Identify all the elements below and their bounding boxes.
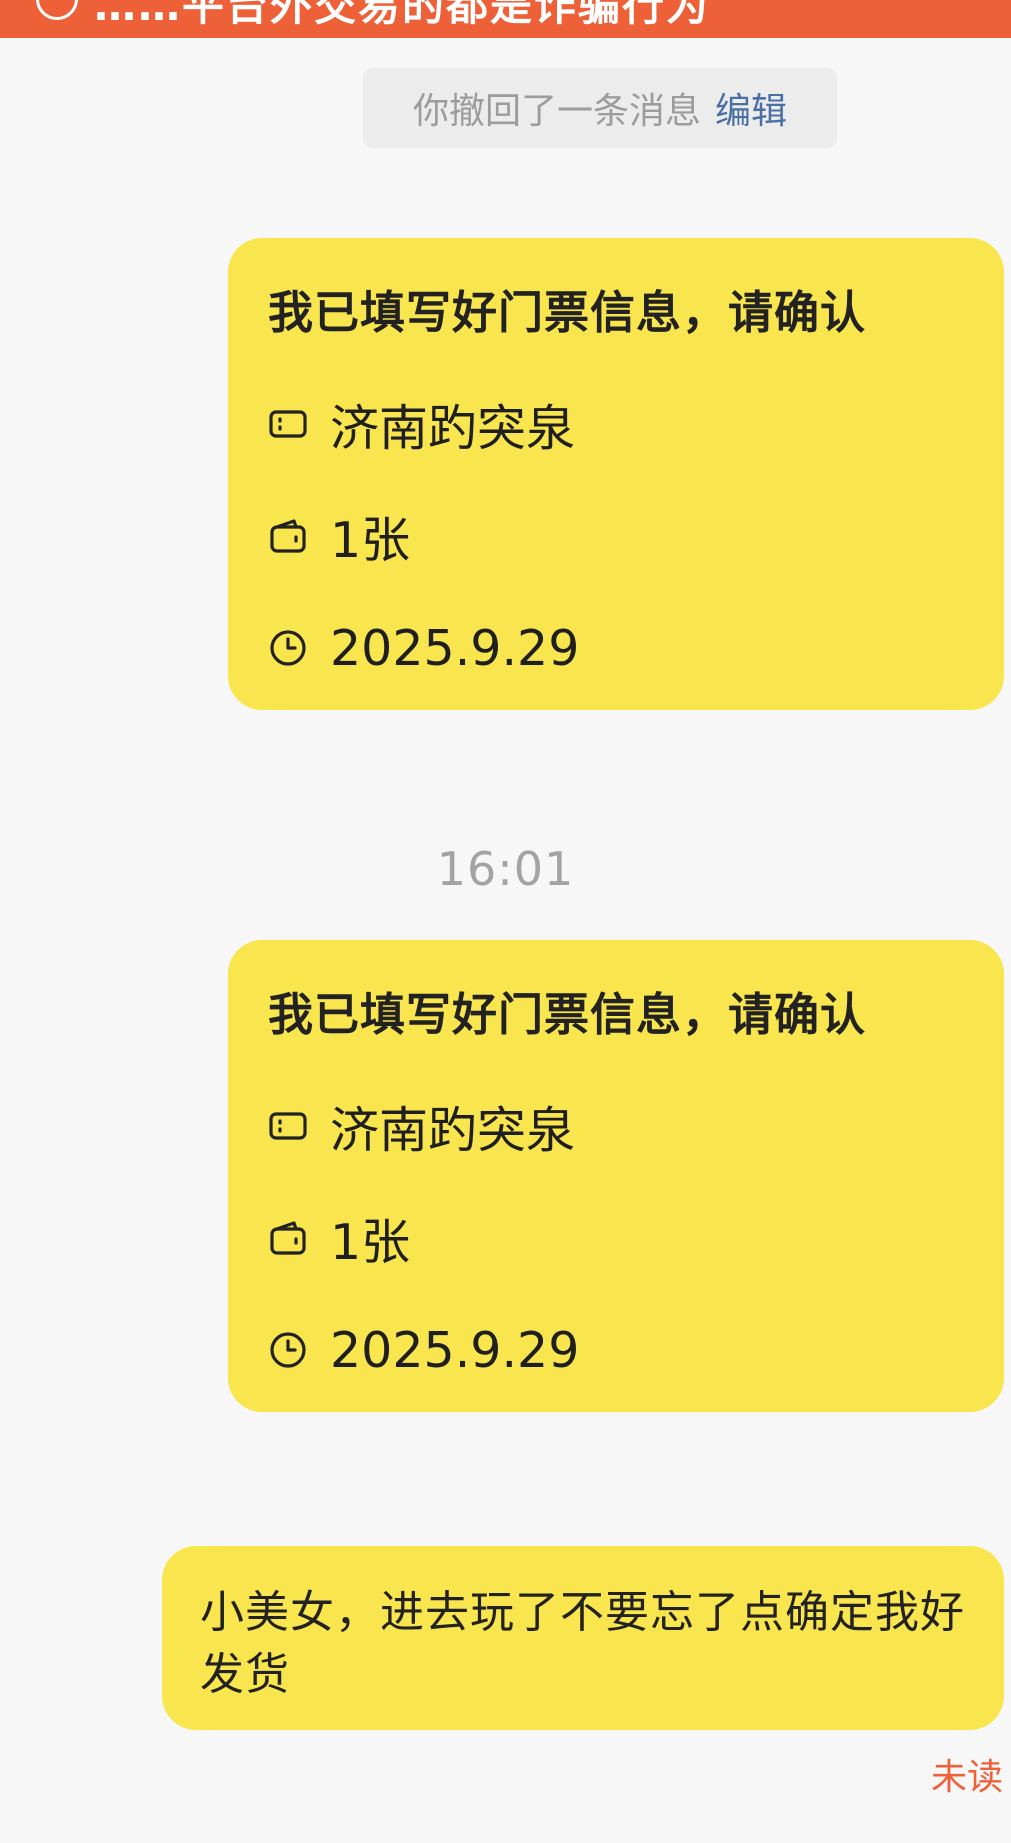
ticket-quantity-row: 1张 xyxy=(268,1208,410,1271)
ticket-quantity: 1张 xyxy=(330,1213,411,1271)
ticket-icon xyxy=(269,410,307,438)
message-timestamp: 16:01 xyxy=(436,842,575,896)
ticket-quantity: 1张 xyxy=(330,511,411,569)
unread-status: 未读 xyxy=(930,1757,1003,1798)
ticket-date: 2025.9.29 xyxy=(330,619,580,677)
warning-banner-text: ……平台外交易的都是诈骗行为 xyxy=(94,0,711,30)
wallet-icon xyxy=(270,519,306,553)
recall-notice-text: 你撤回了一条消息 xyxy=(412,91,701,132)
ticket-location-row: 济南趵突泉 xyxy=(268,1096,575,1159)
ticket-date-row: 2025.9.29 xyxy=(268,618,579,678)
recall-edit-link[interactable]: 编辑 xyxy=(715,82,787,134)
wallet-icon xyxy=(270,1221,306,1255)
ticket-icon xyxy=(269,1112,307,1140)
warning-circle-icon xyxy=(36,0,78,20)
clock-icon xyxy=(270,1332,306,1368)
warning-banner[interactable]: ……平台外交易的都是诈骗行为 xyxy=(0,0,1011,38)
message-bubble[interactable]: 小美女，进去玩了不要忘了点确定我好发货 xyxy=(162,1546,1004,1730)
ticket-card-title: 我已填写好门票信息，请确认 xyxy=(268,286,867,339)
ticket-date-row: 2025.9.29 xyxy=(268,1320,579,1380)
recall-notice: 你撤回了一条消息 编辑 xyxy=(363,68,837,148)
message-text: 小美女，进去玩了不要忘了点确定我好发货 xyxy=(200,1587,965,1700)
ticket-info-card[interactable]: 我已填写好门票信息，请确认 济南趵突泉 1张 2025.9.29 xyxy=(228,940,1004,1412)
clock-icon xyxy=(270,630,306,666)
ticket-card-title: 我已填写好门票信息，请确认 xyxy=(268,988,867,1041)
ticket-location-row: 济南趵突泉 xyxy=(268,394,575,457)
ticket-quantity-row: 1张 xyxy=(268,506,410,569)
ticket-location: 济南趵突泉 xyxy=(330,1101,576,1159)
ticket-info-card[interactable]: 我已填写好门票信息，请确认 济南趵突泉 1张 2025.9.29 xyxy=(228,238,1004,710)
ticket-location: 济南趵突泉 xyxy=(330,399,576,457)
ticket-date: 2025.9.29 xyxy=(330,1321,580,1379)
chat-screen: ……平台外交易的都是诈骗行为 你撤回了一条消息 编辑 我已填写好门票信息，请确认… xyxy=(0,0,1011,1843)
